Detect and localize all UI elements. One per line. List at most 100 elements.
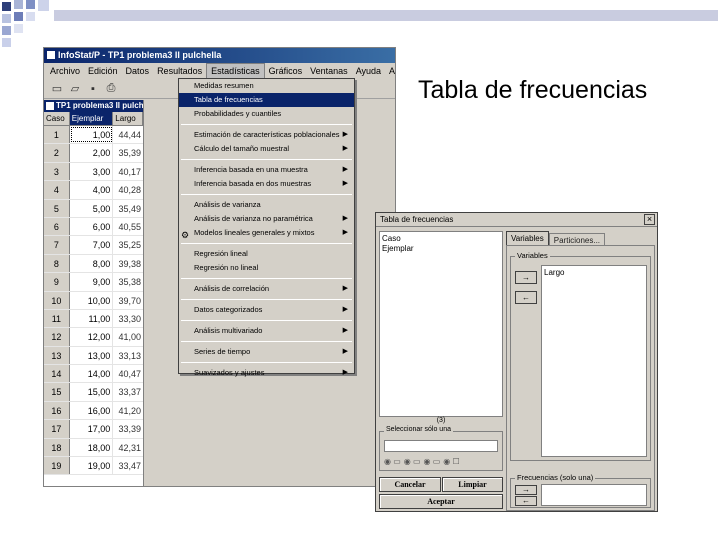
cell-largo[interactable]: 41,00 <box>113 328 143 345</box>
table-row[interactable]: 11 11,00 33,30 <box>44 309 143 329</box>
menu-item[interactable]: Cálculo del tamaño muestral ▶ <box>179 142 354 156</box>
cell-ejemplar[interactable]: 9,00 <box>70 273 114 291</box>
cell-ejemplar[interactable]: 18,00 <box>70 438 114 457</box>
filter-option-icon[interactable]: ◉ ▭ <box>384 457 401 466</box>
table-row[interactable]: 17 17,00 33,39 <box>44 420 143 439</box>
tab-variables[interactable]: Variables <box>506 231 549 245</box>
menu-ayuda[interactable]: Ayuda <box>352 63 385 79</box>
cell-ejemplar[interactable]: 16,00 <box>70 401 114 420</box>
cell-ejemplar[interactable]: 3,00 <box>70 162 114 181</box>
menu-item[interactable]: Análisis de correlación ▶ <box>179 282 354 296</box>
cell-largo[interactable]: 40,28 <box>113 181 143 198</box>
table-row[interactable]: 2 2,00 35,39 <box>44 144 143 163</box>
cell-ejemplar[interactable]: 11,00 <box>70 309 114 328</box>
menu-item[interactable]: Medidas resumen <box>179 79 354 93</box>
filter-option-icon-2[interactable]: ◉ ▭ <box>404 457 421 466</box>
variable-ejemplar[interactable]: Ejemplar <box>382 244 500 254</box>
header-ejemplar[interactable]: Ejemplar <box>69 112 114 125</box>
cell-largo[interactable]: 35,49 <box>113 200 143 217</box>
table-row[interactable]: 5 5,00 35,49 <box>44 199 143 218</box>
cell-largo[interactable]: 35,25 <box>113 236 143 253</box>
accept-button[interactable]: Aceptar <box>379 494 503 509</box>
menu-item[interactable]: Análisis multivariado ▶ <box>179 324 354 338</box>
cell-largo[interactable]: 33,47 <box>113 457 143 474</box>
cell-ejemplar[interactable]: 15,00 <box>70 383 114 401</box>
menu-item[interactable]: Análisis de varianza no paramétrica ▶ <box>179 212 354 226</box>
table-row[interactable]: 10 10,00 39,70 <box>44 291 143 310</box>
cell-ejemplar[interactable]: 6,00 <box>70 217 114 236</box>
cell-ejemplar[interactable]: 7,00 <box>70 236 114 254</box>
menu-item[interactable]: Series de tiempo ▶ <box>179 345 354 359</box>
select-input[interactable] <box>384 440 498 452</box>
cell-ejemplar[interactable]: 19,00 <box>70 457 114 475</box>
cell-ejemplar[interactable]: 2,00 <box>70 144 114 162</box>
new-file-icon[interactable]: ▭ <box>50 82 64 96</box>
cell-largo[interactable]: 33,30 <box>113 310 143 327</box>
move-out-button[interactable]: ← <box>515 291 537 304</box>
save-icon[interactable]: ▪ <box>86 82 100 96</box>
table-row[interactable]: 7 7,00 35,25 <box>44 236 143 255</box>
menu-item[interactable]: Regresión lineal <box>179 247 354 261</box>
menu-resultados[interactable]: Resultados <box>153 63 206 79</box>
menu-datos[interactable]: Datos <box>122 63 154 79</box>
filter-option-icon-3[interactable]: ◉ ▭ <box>424 457 441 466</box>
menu-archivo[interactable]: Archivo <box>46 63 84 79</box>
table-row[interactable]: 13 13,00 33,13 <box>44 346 143 366</box>
menu-aplicaciones[interactable]: Aplicaciones <box>385 63 395 79</box>
cell-largo[interactable]: 39,70 <box>113 292 143 309</box>
table-row[interactable]: 1 1,00 44,44 <box>44 126 143 145</box>
cell-largo[interactable]: 39,38 <box>113 255 143 272</box>
menu-estadisticas[interactable]: Estadísticas <box>206 63 265 79</box>
table-row[interactable]: 18 18,00 42,31 <box>44 438 143 458</box>
table-row[interactable]: 12 12,00 41,00 <box>44 328 143 347</box>
menu-item[interactable]: Suavizados y ajustes ▶ <box>179 366 354 380</box>
menu-item[interactable]: Estimación de características poblaciona… <box>179 128 354 142</box>
cell-largo[interactable]: 40,47 <box>113 365 143 382</box>
selected-variable-largo[interactable]: Largo <box>544 268 644 277</box>
open-folder-icon[interactable]: ▱ <box>68 82 82 96</box>
menu-item[interactable]: Inferencia basada en dos muestras ▶ <box>179 177 354 191</box>
cell-largo[interactable]: 35,39 <box>113 144 143 161</box>
header-largo[interactable]: Largo <box>113 112 143 125</box>
variable-caso[interactable]: Caso <box>382 234 500 244</box>
table-row[interactable]: 15 15,00 33,37 <box>44 383 143 402</box>
cell-ejemplar[interactable]: 12,00 <box>70 328 114 346</box>
menu-item[interactable]: Probabilidades y cuantiles <box>179 107 354 121</box>
table-row[interactable]: 3 3,00 40,17 <box>44 162 143 182</box>
cell-ejemplar[interactable]: 4,00 <box>70 181 114 199</box>
cell-ejemplar[interactable]: 14,00 <box>70 365 114 383</box>
cell-largo[interactable]: 40,55 <box>113 218 143 235</box>
menu-ventanas[interactable]: Ventanas <box>306 63 352 79</box>
table-row[interactable]: 6 6,00 40,55 <box>44 217 143 237</box>
cell-largo[interactable]: 41,20 <box>113 402 143 419</box>
table-row[interactable]: 8 8,00 39,38 <box>44 254 143 274</box>
table-row[interactable]: 9 9,00 35,38 <box>44 273 143 292</box>
filter-option-icon-4[interactable]: ◉ ☐ <box>443 457 459 466</box>
cell-largo[interactable]: 44,44 <box>113 126 143 143</box>
menu-edicion[interactable]: Edición <box>84 63 122 79</box>
table-row[interactable]: 19 19,00 33,47 <box>44 457 143 476</box>
frequency-box[interactable] <box>541 484 647 506</box>
cell-ejemplar[interactable]: 10,00 <box>70 291 114 309</box>
table-row[interactable]: 14 14,00 40,47 <box>44 365 143 384</box>
freq-move-out-button[interactable]: ← <box>515 496 537 506</box>
cell-ejemplar[interactable]: 17,00 <box>70 420 114 438</box>
cell-largo[interactable]: 33,37 <box>113 383 143 400</box>
menu-item[interactable]: Tabla de frecuencias <box>179 93 354 107</box>
menu-item[interactable]: ⚙ Modelos lineales generales y mixtos ▶ <box>179 226 354 240</box>
table-row[interactable]: 4 4,00 40,28 <box>44 181 143 200</box>
menu-item[interactable]: Análisis de varianza <box>179 198 354 212</box>
header-caso[interactable]: Caso <box>44 112 70 125</box>
cell-largo[interactable]: 42,31 <box>113 439 143 456</box>
cell-ejemplar[interactable]: 1,00 <box>70 126 114 144</box>
menu-graficos[interactable]: Gráficos <box>265 63 307 79</box>
cell-ejemplar[interactable]: 5,00 <box>70 199 114 217</box>
cell-largo[interactable]: 33,13 <box>113 347 143 364</box>
tab-particiones[interactable]: Particiones... <box>548 233 606 245</box>
cell-ejemplar[interactable]: 8,00 <box>70 254 114 273</box>
move-in-button[interactable]: → <box>515 271 537 284</box>
menu-item[interactable]: Datos categorizados ▶ <box>179 303 354 317</box>
menu-item[interactable]: Inferencia basada en una muestra ▶ <box>179 163 354 177</box>
menu-item[interactable]: Regresión no lineal <box>179 261 354 275</box>
cell-largo[interactable]: 33,39 <box>113 420 143 437</box>
